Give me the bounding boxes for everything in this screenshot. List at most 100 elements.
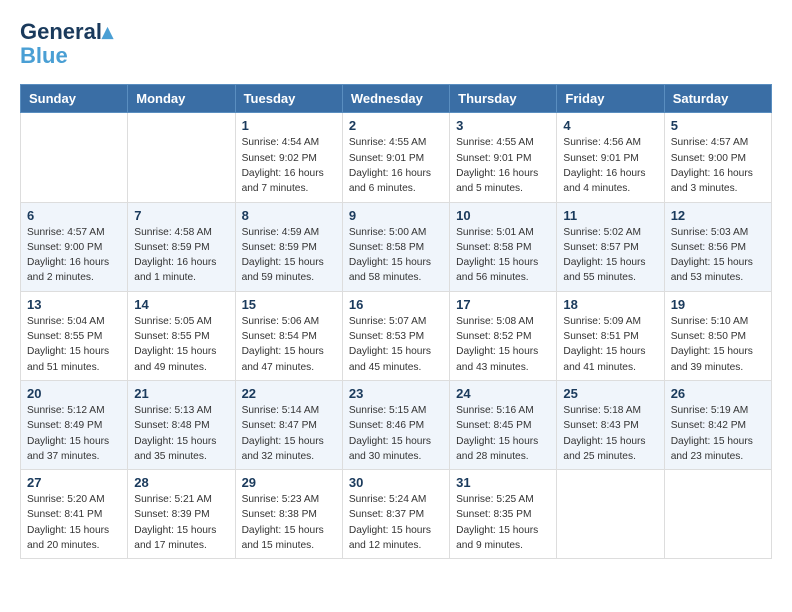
weekday-header-wednesday: Wednesday — [342, 85, 449, 113]
day-number: 14 — [134, 297, 228, 312]
calendar-cell: 10 Sunrise: 5:01 AM Sunset: 8:58 PM Dayli… — [450, 202, 557, 291]
calendar-week-row: 27 Sunrise: 5:20 AM Sunset: 8:41 PM Dayli… — [21, 470, 772, 559]
day-info: Sunrise: 4:59 AM Sunset: 8:59 PM Dayligh… — [242, 225, 336, 286]
calendar-cell: 6 Sunrise: 4:57 AM Sunset: 9:00 PM Daylig… — [21, 202, 128, 291]
calendar-cell: 20 Sunrise: 5:12 AM Sunset: 8:49 PM Dayli… — [21, 380, 128, 469]
day-number: 13 — [27, 297, 121, 312]
calendar-cell: 21 Sunrise: 5:13 AM Sunset: 8:48 PM Dayli… — [128, 380, 235, 469]
day-info: Sunrise: 5:14 AM Sunset: 8:47 PM Dayligh… — [242, 403, 336, 464]
calendar-cell: 11Sunrise: 5:02 AM Sunset: 8:57 PM Dayli… — [557, 202, 664, 291]
calendar-cell: 30 Sunrise: 5:24 AM Sunset: 8:37 PM Dayli… — [342, 470, 449, 559]
day-number: 5 — [671, 118, 765, 133]
weekday-header-friday: Friday — [557, 85, 664, 113]
day-info: Sunrise: 5:00 AM Sunset: 8:58 PM Dayligh… — [349, 225, 443, 286]
day-number: 24 — [456, 386, 550, 401]
day-info: Sunrise: 5:10 AM Sunset: 8:50 PM Dayligh… — [671, 314, 765, 375]
day-info: Sunrise: 5:05 AM Sunset: 8:55 PM Dayligh… — [134, 314, 228, 375]
calendar-cell: 1 Sunrise: 4:54 AM Sunset: 9:02 PM Daylig… — [235, 113, 342, 202]
weekday-header-tuesday: Tuesday — [235, 85, 342, 113]
day-info: Sunrise: 5:08 AM Sunset: 8:52 PM Dayligh… — [456, 314, 550, 375]
day-info: Sunrise: 5:25 AM Sunset: 8:35 PM Dayligh… — [456, 492, 550, 553]
calendar-week-row: 1 Sunrise: 4:54 AM Sunset: 9:02 PM Daylig… — [21, 113, 772, 202]
day-info: Sunrise: 4:57 AM Sunset: 9:00 PM Dayligh… — [27, 225, 121, 286]
day-number: 19 — [671, 297, 765, 312]
day-number: 10 — [456, 208, 550, 223]
day-info: Sunrise: 4:57 AM Sunset: 9:00 PM Dayligh… — [671, 135, 765, 196]
day-info: Sunrise: 5:13 AM Sunset: 8:48 PM Dayligh… — [134, 403, 228, 464]
calendar-cell: 7 Sunrise: 4:58 AM Sunset: 8:59 PM Daylig… — [128, 202, 235, 291]
day-info: Sunrise: 4:58 AM Sunset: 8:59 PM Dayligh… — [134, 225, 228, 286]
day-number: 30 — [349, 475, 443, 490]
calendar-cell: 17Sunrise: 5:08 AM Sunset: 8:52 PM Dayli… — [450, 291, 557, 380]
day-number: 20 — [27, 386, 121, 401]
calendar-cell: 29 Sunrise: 5:23 AM Sunset: 8:38 PM Dayli… — [235, 470, 342, 559]
calendar-cell: 13Sunrise: 5:04 AM Sunset: 8:55 PM Dayli… — [21, 291, 128, 380]
day-number: 2 — [349, 118, 443, 133]
day-info: Sunrise: 4:55 AM Sunset: 9:01 PM Dayligh… — [456, 135, 550, 196]
calendar-cell: 27 Sunrise: 5:20 AM Sunset: 8:41 PM Dayli… — [21, 470, 128, 559]
calendar-week-row: 13Sunrise: 5:04 AM Sunset: 8:55 PM Dayli… — [21, 291, 772, 380]
weekday-header-thursday: Thursday — [450, 85, 557, 113]
day-number: 26 — [671, 386, 765, 401]
day-info: Sunrise: 5:03 AM Sunset: 8:56 PM Dayligh… — [671, 225, 765, 286]
logo-text: General▴Blue — [20, 20, 113, 68]
calendar-cell: 15 Sunrise: 5:06 AM Sunset: 8:54 PM Dayli… — [235, 291, 342, 380]
calendar-cell: 18 Sunrise: 5:09 AM Sunset: 8:51 PM Dayli… — [557, 291, 664, 380]
day-number: 9 — [349, 208, 443, 223]
calendar-cell: 2 Sunrise: 4:55 AM Sunset: 9:01 PM Daylig… — [342, 113, 449, 202]
calendar-table: SundayMondayTuesdayWednesdayThursdayFrid… — [20, 84, 772, 559]
calendar-cell: 19 Sunrise: 5:10 AM Sunset: 8:50 PM Dayli… — [664, 291, 771, 380]
calendar-week-row: 6 Sunrise: 4:57 AM Sunset: 9:00 PM Daylig… — [21, 202, 772, 291]
page-header: General▴Blue — [20, 20, 772, 68]
day-number: 6 — [27, 208, 121, 223]
calendar-cell — [128, 113, 235, 202]
weekday-header-saturday: Saturday — [664, 85, 771, 113]
calendar-cell: 4Sunrise: 4:56 AM Sunset: 9:01 PM Daylig… — [557, 113, 664, 202]
calendar-cell: 24 Sunrise: 5:16 AM Sunset: 8:45 PM Dayli… — [450, 380, 557, 469]
calendar-cell: 26 Sunrise: 5:19 AM Sunset: 8:42 PM Dayli… — [664, 380, 771, 469]
day-number: 1 — [242, 118, 336, 133]
day-info: Sunrise: 5:07 AM Sunset: 8:53 PM Dayligh… — [349, 314, 443, 375]
calendar-cell: 9 Sunrise: 5:00 AM Sunset: 8:58 PM Daylig… — [342, 202, 449, 291]
day-number: 11 — [563, 208, 657, 223]
weekday-header-sunday: Sunday — [21, 85, 128, 113]
day-info: Sunrise: 5:01 AM Sunset: 8:58 PM Dayligh… — [456, 225, 550, 286]
logo: General▴Blue — [20, 20, 113, 68]
day-number: 4 — [563, 118, 657, 133]
day-info: Sunrise: 4:54 AM Sunset: 9:02 PM Dayligh… — [242, 135, 336, 196]
day-number: 12 — [671, 208, 765, 223]
day-info: Sunrise: 5:09 AM Sunset: 8:51 PM Dayligh… — [563, 314, 657, 375]
weekday-header-row: SundayMondayTuesdayWednesdayThursdayFrid… — [21, 85, 772, 113]
calendar-cell — [664, 470, 771, 559]
day-info: Sunrise: 5:16 AM Sunset: 8:45 PM Dayligh… — [456, 403, 550, 464]
day-number: 25 — [563, 386, 657, 401]
day-number: 28 — [134, 475, 228, 490]
day-number: 21 — [134, 386, 228, 401]
day-number: 15 — [242, 297, 336, 312]
calendar-cell: 31Sunrise: 5:25 AM Sunset: 8:35 PM Dayli… — [450, 470, 557, 559]
calendar-cell: 22 Sunrise: 5:14 AM Sunset: 8:47 PM Dayli… — [235, 380, 342, 469]
calendar-week-row: 20 Sunrise: 5:12 AM Sunset: 8:49 PM Dayli… — [21, 380, 772, 469]
day-info: Sunrise: 5:24 AM Sunset: 8:37 PM Dayligh… — [349, 492, 443, 553]
day-info: Sunrise: 5:23 AM Sunset: 8:38 PM Dayligh… — [242, 492, 336, 553]
calendar-cell — [21, 113, 128, 202]
day-info: Sunrise: 5:12 AM Sunset: 8:49 PM Dayligh… — [27, 403, 121, 464]
calendar-cell: 3 Sunrise: 4:55 AM Sunset: 9:01 PM Daylig… — [450, 113, 557, 202]
day-info: Sunrise: 5:06 AM Sunset: 8:54 PM Dayligh… — [242, 314, 336, 375]
day-number: 27 — [27, 475, 121, 490]
day-info: Sunrise: 5:19 AM Sunset: 8:42 PM Dayligh… — [671, 403, 765, 464]
calendar-cell: 25Sunrise: 5:18 AM Sunset: 8:43 PM Dayli… — [557, 380, 664, 469]
calendar-cell: 5 Sunrise: 4:57 AM Sunset: 9:00 PM Daylig… — [664, 113, 771, 202]
day-number: 18 — [563, 297, 657, 312]
day-info: Sunrise: 5:20 AM Sunset: 8:41 PM Dayligh… — [27, 492, 121, 553]
day-number: 16 — [349, 297, 443, 312]
day-number: 7 — [134, 208, 228, 223]
day-info: Sunrise: 4:55 AM Sunset: 9:01 PM Dayligh… — [349, 135, 443, 196]
day-number: 8 — [242, 208, 336, 223]
weekday-header-monday: Monday — [128, 85, 235, 113]
calendar-cell: 8 Sunrise: 4:59 AM Sunset: 8:59 PM Daylig… — [235, 202, 342, 291]
day-number: 29 — [242, 475, 336, 490]
day-number: 22 — [242, 386, 336, 401]
day-number: 23 — [349, 386, 443, 401]
day-number: 3 — [456, 118, 550, 133]
